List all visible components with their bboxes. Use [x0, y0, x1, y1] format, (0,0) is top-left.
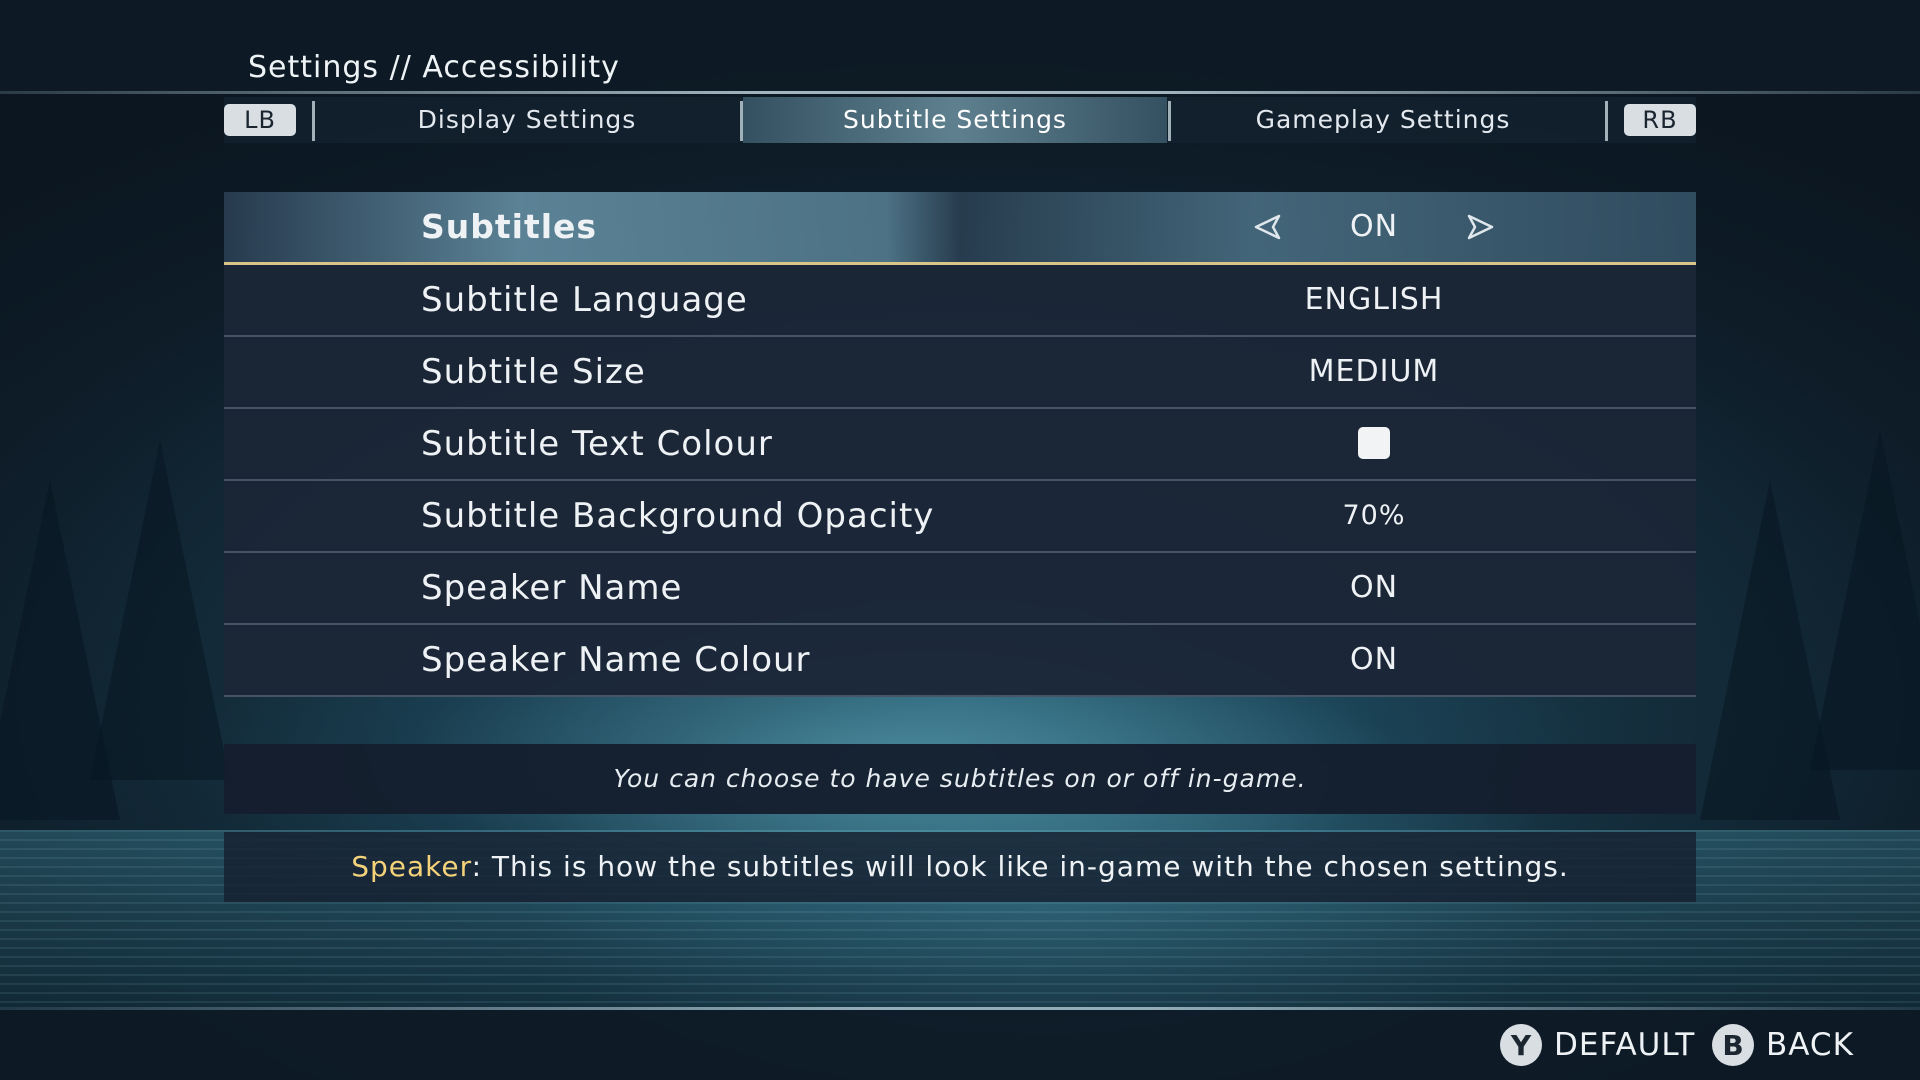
setting-row-speaker-name-colour[interactable]: Speaker Name Colour ON — [224, 625, 1696, 697]
colour-swatch[interactable] — [1358, 427, 1390, 459]
tree-silhouette — [0, 480, 120, 820]
setting-row-subtitle-language[interactable]: Subtitle Language ENGLISH — [224, 265, 1696, 337]
setting-label: Subtitle Background Opacity — [421, 496, 935, 536]
tab-gameplay-settings[interactable]: Gameplay Settings — [1171, 97, 1595, 143]
back-hint[interactable]: B BACK — [1712, 1022, 1854, 1068]
back-label: BACK — [1766, 1027, 1854, 1063]
y-button-icon: Y — [1500, 1024, 1542, 1066]
subtitle-preview: Speaker: This is how the subtitles will … — [224, 832, 1696, 902]
setting-row-subtitle-background-opacity[interactable]: Subtitle Background Opacity 70% — [224, 481, 1696, 553]
default-hint[interactable]: Y DEFAULT — [1500, 1022, 1695, 1068]
setting-value: MEDIUM — [1308, 354, 1440, 389]
setting-row-subtitles[interactable]: Subtitles ON — [224, 192, 1696, 265]
setting-label: Subtitle Language — [421, 280, 748, 320]
setting-value: 70% — [1342, 500, 1406, 531]
preview-subtitle-text: : This is how the subtitles will look li… — [471, 850, 1569, 883]
b-button-icon: B — [1712, 1024, 1754, 1066]
setting-row-speaker-name[interactable]: Speaker Name ON — [224, 553, 1696, 625]
arrow-right-icon[interactable] — [1466, 213, 1496, 241]
setting-value: ON — [1349, 570, 1399, 605]
setting-label: Speaker Name Colour — [421, 640, 811, 680]
setting-label: Subtitle Text Colour — [421, 424, 773, 464]
setting-label: Subtitle Size — [421, 352, 646, 392]
tree-silhouette — [90, 440, 230, 780]
setting-value: ON — [1349, 642, 1399, 677]
tree-silhouette — [1700, 480, 1840, 820]
setting-label: Subtitles — [421, 207, 598, 246]
setting-row-subtitle-size[interactable]: Subtitle Size MEDIUM — [224, 337, 1696, 409]
preview-speaker-name: Speaker — [351, 850, 472, 883]
rb-button[interactable]: RB — [1624, 104, 1696, 136]
setting-label: Speaker Name — [421, 568, 683, 608]
setting-value: ENGLISH — [1304, 282, 1444, 317]
breadcrumb: Settings // Accessibility — [248, 50, 620, 85]
tab-subtitle-settings[interactable]: Subtitle Settings — [743, 97, 1167, 143]
lb-button[interactable]: LB — [224, 104, 296, 136]
tab-display-settings[interactable]: Display Settings — [315, 97, 739, 143]
setting-description: You can choose to have subtitles on or o… — [224, 744, 1696, 814]
tab-divider — [1605, 101, 1608, 141]
default-label: DEFAULT — [1554, 1027, 1696, 1063]
tree-silhouette — [1810, 430, 1920, 770]
tab-bar: LB Display Settings Subtitle Settings Ga… — [224, 97, 1696, 143]
settings-list: Subtitles ON Subtitle Language ENGLISH S… — [224, 192, 1696, 697]
setting-row-subtitle-text-colour[interactable]: Subtitle Text Colour — [224, 409, 1696, 481]
top-divider — [0, 91, 1920, 94]
